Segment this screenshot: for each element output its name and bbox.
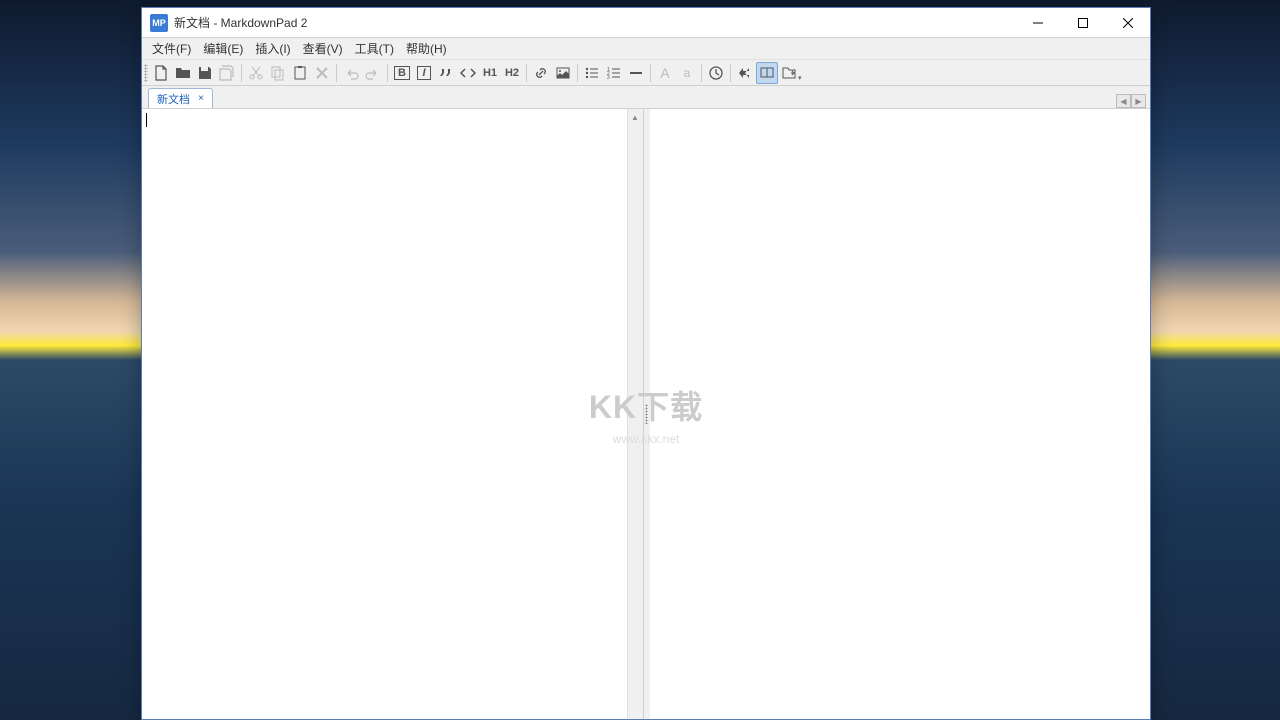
toolbar-separator bbox=[336, 64, 337, 82]
tab-label: 新文档 bbox=[157, 91, 190, 107]
copy-button bbox=[267, 62, 289, 84]
document-tab[interactable]: 新文档 × bbox=[148, 88, 213, 108]
svg-text:3: 3 bbox=[607, 75, 610, 81]
menu-insert[interactable]: 插入(I) bbox=[249, 38, 296, 59]
bold-button[interactable]: B bbox=[391, 62, 413, 84]
open-file-button[interactable] bbox=[172, 62, 194, 84]
toolbar-separator bbox=[650, 64, 651, 82]
toolbar-separator bbox=[730, 64, 731, 82]
app-icon: MP bbox=[150, 14, 168, 32]
toolbar-overflow-icon[interactable]: ▾ bbox=[798, 74, 802, 82]
maximize-button[interactable] bbox=[1060, 8, 1105, 37]
new-file-button[interactable] bbox=[150, 62, 172, 84]
ordered-list-button[interactable]: 123 bbox=[603, 62, 625, 84]
menu-view[interactable]: 查看(V) bbox=[297, 38, 349, 59]
undo-button bbox=[340, 62, 362, 84]
window-controls bbox=[1015, 8, 1150, 37]
italic-button[interactable]: I bbox=[413, 62, 435, 84]
menu-help[interactable]: 帮助(H) bbox=[400, 38, 453, 59]
h1-button[interactable]: H1 bbox=[479, 62, 501, 84]
h2-button[interactable]: H2 bbox=[501, 62, 523, 84]
app-window: MP 新文档 - MarkdownPad 2 文件(F) 编辑(E) 插入(I)… bbox=[141, 7, 1151, 720]
export-button[interactable] bbox=[778, 62, 800, 84]
menu-edit[interactable]: 编辑(E) bbox=[197, 38, 249, 59]
timestamp-button[interactable] bbox=[705, 62, 727, 84]
uppercase-button: A bbox=[654, 62, 676, 84]
save-all-button bbox=[216, 62, 238, 84]
toolbar-separator bbox=[701, 64, 702, 82]
text-cursor bbox=[146, 113, 147, 127]
tab-close-button[interactable]: × bbox=[194, 92, 208, 106]
tab-scroll-right-button[interactable]: ▶ bbox=[1131, 94, 1146, 108]
quote-button[interactable] bbox=[435, 62, 457, 84]
toolbar-separator bbox=[241, 64, 242, 82]
scroll-up-icon[interactable]: ▲ bbox=[628, 109, 643, 125]
titlebar: MP 新文档 - MarkdownPad 2 bbox=[142, 8, 1150, 38]
editor-pane[interactable]: ▲ bbox=[142, 109, 644, 719]
link-button[interactable] bbox=[530, 62, 552, 84]
live-preview-button[interactable] bbox=[756, 62, 778, 84]
toolbar-separator bbox=[577, 64, 578, 82]
tab-scroll-left-button[interactable]: ◀ bbox=[1116, 94, 1131, 108]
menu-file[interactable]: 文件(F) bbox=[146, 38, 197, 59]
redo-button bbox=[362, 62, 384, 84]
code-button[interactable] bbox=[457, 62, 479, 84]
cut-button bbox=[245, 62, 267, 84]
tab-nav: ◀ ▶ bbox=[1116, 94, 1146, 108]
menu-tools[interactable]: 工具(T) bbox=[349, 38, 400, 59]
editor-scrollbar[interactable]: ▲ bbox=[627, 109, 643, 719]
lowercase-button: a bbox=[676, 62, 698, 84]
toggle-preview-button[interactable] bbox=[734, 62, 756, 84]
toolbar: B I H1 H2 123 A a ▾ bbox=[142, 60, 1150, 86]
window-title: 新文档 - MarkdownPad 2 bbox=[174, 14, 1015, 31]
toolbar-separator bbox=[526, 64, 527, 82]
minimize-button[interactable] bbox=[1015, 8, 1060, 37]
delete-button bbox=[311, 62, 333, 84]
paste-button[interactable] bbox=[289, 62, 311, 84]
tabbar: 新文档 × ◀ ▶ bbox=[142, 86, 1150, 108]
toolbar-separator bbox=[387, 64, 388, 82]
close-button[interactable] bbox=[1105, 8, 1150, 37]
preview-pane bbox=[650, 109, 1151, 719]
horizontal-rule-button[interactable] bbox=[625, 62, 647, 84]
save-button[interactable] bbox=[194, 62, 216, 84]
menubar: 文件(F) 编辑(E) 插入(I) 查看(V) 工具(T) 帮助(H) bbox=[142, 38, 1150, 60]
image-button[interactable] bbox=[552, 62, 574, 84]
splitter-grip-icon bbox=[645, 404, 648, 424]
toolbar-grip bbox=[144, 64, 148, 82]
bullet-list-button[interactable] bbox=[581, 62, 603, 84]
content-area: ▲ KK下载 www.kkx.net bbox=[142, 108, 1150, 719]
